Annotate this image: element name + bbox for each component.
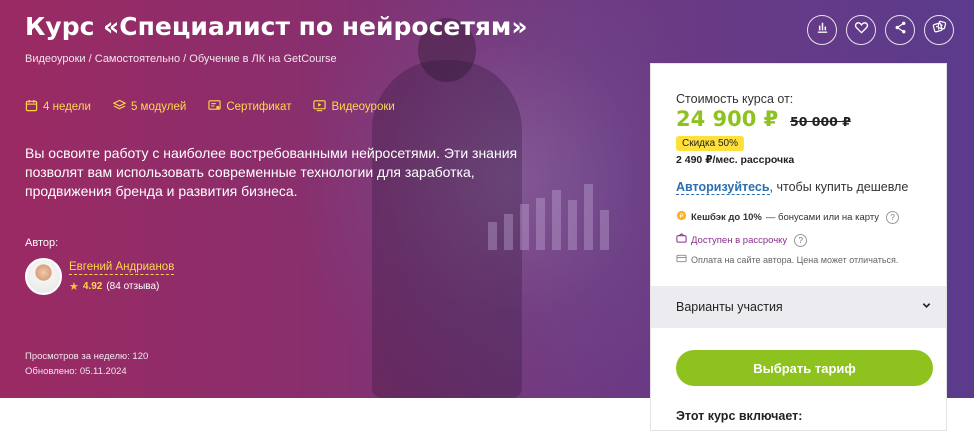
cashback-text: — бонусами или на карту bbox=[765, 211, 880, 223]
video-icon bbox=[313, 99, 327, 115]
chevron-down-icon bbox=[921, 300, 932, 314]
auth-prompt: Авторизуйтесь, чтобы купить дешевле bbox=[676, 180, 909, 195]
author-name-link[interactable]: Евгений Андрианов bbox=[69, 261, 175, 275]
star-icon: ★ bbox=[69, 281, 79, 293]
cashback-icon: ₽ bbox=[676, 210, 687, 224]
course-title: Курс «Специалист по нейросетям» bbox=[25, 12, 528, 41]
share-button[interactable] bbox=[885, 15, 915, 45]
course-stats: Просмотров за неделю: 120 Обновлено: 05.… bbox=[25, 349, 148, 379]
discount-badge: Скидка 50% bbox=[676, 136, 744, 151]
course-subtitle: Видеоуроки / Самостоятельно / Обучение в… bbox=[25, 53, 337, 65]
feature-certificate: Сертификат bbox=[208, 99, 291, 115]
rating-score: 4.92 bbox=[82, 281, 103, 292]
variants-dropdown[interactable]: Варианты участия bbox=[651, 286, 946, 328]
feature-certificate-label: Сертификат bbox=[226, 101, 292, 113]
cashback-help-icon[interactable]: ? bbox=[886, 210, 900, 224]
favorite-button[interactable] bbox=[846, 15, 876, 45]
certificate-icon bbox=[208, 99, 221, 115]
course-features: 4 недели 5 модулей Сертификат Видеоуроки bbox=[25, 99, 395, 115]
dice-icon bbox=[932, 20, 947, 40]
author-rating: ★ 4.92 (84 отзыва) bbox=[69, 280, 159, 293]
installment-icon bbox=[676, 233, 687, 247]
installment-help-icon[interactable]: ? bbox=[794, 233, 808, 247]
variants-label: Варианты участия bbox=[676, 300, 783, 314]
feature-duration-label: 4 недели bbox=[43, 101, 91, 113]
course-description: Вы освоите работу с наиболее востребован… bbox=[25, 145, 518, 199]
share-icon bbox=[893, 20, 908, 40]
installment-perk: Доступен в рассрочку ? bbox=[676, 233, 808, 247]
author-avatar[interactable] bbox=[25, 258, 62, 295]
cashback-perk: ₽ Кешбэк до 10% — бонусами или на карту … bbox=[676, 210, 900, 224]
choose-tariff-button[interactable]: Выбрать тариф bbox=[676, 350, 933, 386]
feature-duration: 4 недели bbox=[25, 99, 91, 115]
feature-format: Видеоуроки bbox=[313, 99, 395, 115]
includes-heading: Этот курс включает: bbox=[676, 409, 803, 423]
svg-text:₽: ₽ bbox=[679, 212, 683, 220]
updated-date: Обновлено: 05.11.2024 bbox=[25, 366, 127, 377]
card-icon bbox=[676, 253, 687, 266]
calendar-icon bbox=[25, 99, 38, 115]
auth-link[interactable]: Авторизуйтесь bbox=[676, 180, 770, 195]
compare-button[interactable] bbox=[807, 15, 837, 45]
feature-modules: 5 модулей bbox=[112, 99, 187, 115]
price-label: Стоимость курса от: bbox=[676, 92, 794, 106]
pricing-panel: Стоимость курса от: 24 900 ₽ 50 000 ₽ Ск… bbox=[650, 63, 947, 431]
payment-note: Оплата на сайте автора. Цена может отлич… bbox=[676, 253, 898, 266]
payment-note-text: Оплата на сайте автора. Цена может отлич… bbox=[691, 254, 899, 265]
rating-reviews[interactable]: (84 отзыва) bbox=[106, 281, 159, 292]
installment-available-label[interactable]: Доступен в рассрочку bbox=[691, 235, 787, 246]
compare-chart-icon bbox=[815, 20, 830, 40]
auth-prompt-text: , чтобы купить дешевле bbox=[769, 180, 909, 194]
heart-icon bbox=[854, 20, 869, 40]
author-label: Автор: bbox=[25, 237, 59, 249]
installment-price: 2 490 ₽/мес. рассрочка bbox=[676, 154, 795, 166]
price-old: 50 000 ₽ bbox=[790, 114, 851, 129]
cashback-bold: Кешбэк до 10% bbox=[691, 211, 762, 223]
feature-modules-label: 5 модулей bbox=[130, 101, 187, 113]
action-icons bbox=[807, 15, 954, 45]
layers-icon bbox=[112, 99, 127, 115]
feature-format-label: Видеоуроки bbox=[331, 101, 395, 113]
price-current: 24 900 ₽ bbox=[676, 107, 779, 131]
views-count: Просмотров за неделю: 120 bbox=[25, 351, 149, 362]
random-button[interactable] bbox=[924, 15, 954, 45]
